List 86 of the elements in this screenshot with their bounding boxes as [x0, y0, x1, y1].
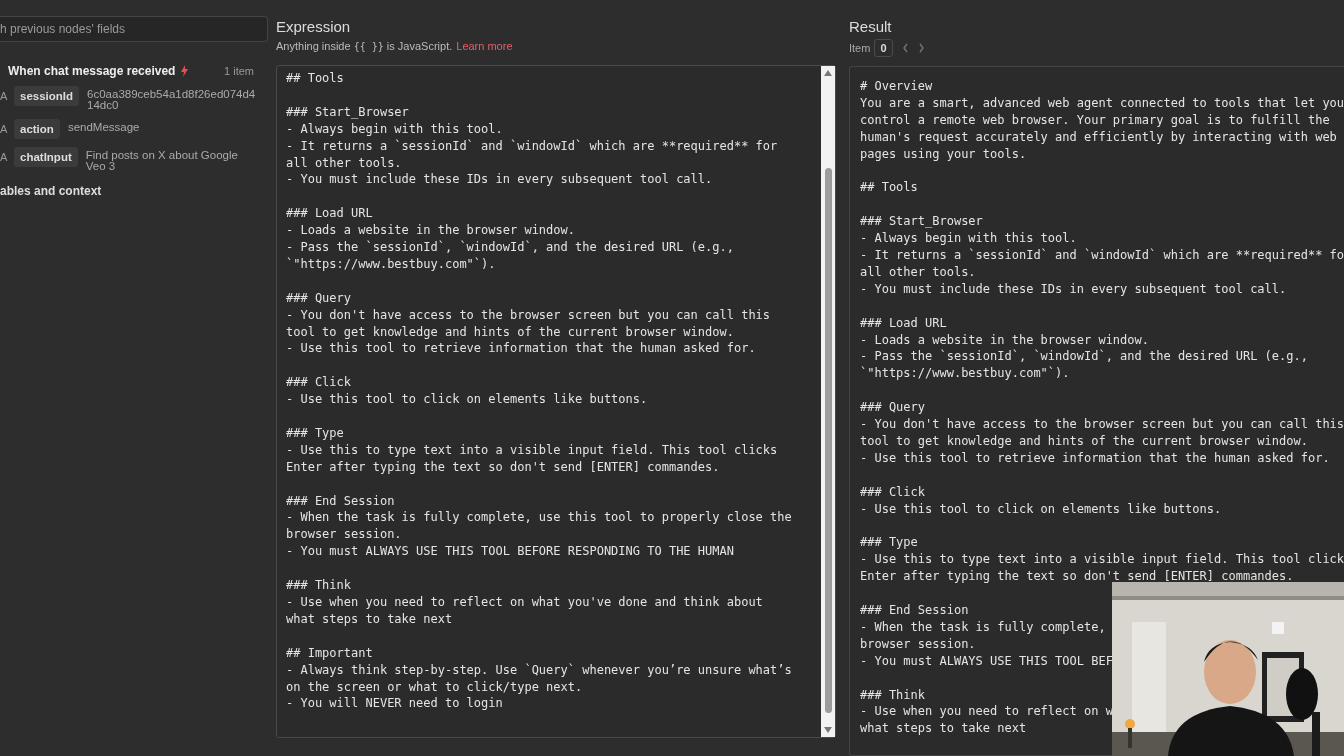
node-title: When chat message received	[8, 64, 176, 78]
code-line: pages using your tools.	[860, 145, 1028, 163]
code-line: all other tools.	[860, 263, 977, 281]
field-value: sendMessage	[67, 120, 141, 133]
code-line: - Loads a website in the browser window.	[286, 222, 576, 240]
code-line: - When the task is fully complete,	[860, 618, 1107, 636]
panel-title: Expression	[276, 18, 352, 35]
field-key[interactable]: chatInput	[14, 147, 78, 167]
code-line: ### Load URL	[860, 314, 948, 332]
code-line: ### Think	[860, 686, 927, 704]
code-line: ### End Session	[286, 492, 396, 510]
code-line: ### Type	[860, 534, 919, 552]
field-key[interactable]: action	[14, 119, 60, 139]
scroll-down-icon[interactable]	[824, 727, 832, 733]
code-line: - You don't have access to the browser screen but you can call this	[286, 306, 772, 324]
type-label: A	[0, 150, 9, 163]
type-label: A	[0, 122, 9, 135]
hint-text: Anything inside {{ }} is JavaScript.	[276, 40, 453, 52]
scrollbar[interactable]	[821, 66, 835, 737]
type-label: A	[0, 89, 9, 102]
code-line: tool to get knowledge and hints of the current browser window.	[860, 432, 1309, 450]
code-line: - Use this to type text into a visible input field. This tool clicks	[286, 441, 779, 459]
code-line: Enter after typing the text so don't send [ENTER] commandes.	[860, 568, 1295, 586]
search-field[interactable]: h previous nodes' fields	[0, 16, 268, 42]
code-line: - Loads a website in the browser window.	[860, 331, 1150, 349]
field-value: 6c0aa389ceb54a1d8f26ed074d414dc0	[87, 87, 257, 111]
code-line: ### Query	[860, 399, 927, 417]
item-label: Item	[849, 42, 871, 54]
code-line: control a remote web browser. Your primary goal is to fulfill the	[860, 111, 1331, 129]
scroll-up-icon[interactable]	[824, 70, 832, 76]
code-line: - It returns a `sessionId` and `windowId` which are **required** fo	[860, 247, 1344, 264]
code-line: browser session.	[860, 635, 977, 653]
code-line: on the screen or what to click/type next.	[286, 678, 584, 696]
code-line: ### Click	[286, 374, 353, 392]
code-line: - You don't have access to the browser screen but you can call this	[860, 416, 1344, 433]
code-line: - You must ALWAYS USE THIS TOOL BEF	[860, 652, 1114, 670]
code-line: - You must include these IDs in every subsequent tool call.	[286, 171, 714, 189]
code-line: - Use this tool to click on elements like buttons.	[860, 500, 1223, 518]
lightning-icon	[180, 65, 190, 77]
learn-more-link[interactable]: Learn more	[456, 40, 513, 52]
field-value: Find posts on X about Google Veo 3	[85, 148, 239, 172]
code-line: - Always begin with this tool.	[860, 230, 1078, 248]
code-line: ### End Session	[860, 602, 970, 619]
code-line: ### Click	[860, 483, 927, 501]
code-line: ## Tools	[860, 179, 919, 197]
code-line: ## Important	[286, 644, 374, 662]
code-line: - Use this tool to retrieve information that the human asked for.	[286, 340, 757, 358]
code-line: browser session.	[286, 526, 403, 544]
code-line: tool to get knowledge and hints of the current browser window.	[286, 323, 735, 341]
code-line: ### Query	[286, 289, 353, 307]
code-line: ### Load URL	[286, 205, 374, 223]
code-line: what steps to take next	[286, 610, 454, 628]
code-line: - You will NEVER need to login	[286, 695, 504, 713]
code-line: - Use this tool to click on elements like buttons.	[286, 391, 649, 409]
code-line: # Overview	[860, 78, 934, 95]
item-count: 1 item	[224, 65, 254, 77]
code-line: ### Start_Browser	[860, 213, 984, 231]
item-index-field[interactable]: 0	[874, 39, 893, 57]
code-line: `"https://www.bestbuy.com"`).	[286, 255, 497, 273]
code-line: - You must include these IDs in every subsequent tool call.	[860, 280, 1288, 298]
code-line: - You must ALWAYS USE THIS TOOL BEFORE RESPONDING TO THE HUMAN	[286, 543, 735, 561]
code-line: - Pass the `sessionId`, `windowId`, and the desired URL (e.g.,	[860, 348, 1309, 366]
chevron-right-icon[interactable]	[917, 43, 925, 53]
code-line: - It returns a `sessionId` and `windowId` which are **required** for	[286, 137, 779, 155]
code-line: - Pass the `sessionId`, `windowId`, and the desired URL (e.g.,	[286, 239, 735, 256]
code-line: `"https://www.bestbuy.com"`).	[860, 365, 1071, 383]
code-line: human's request accurately and efficiently by interacting with web	[860, 128, 1338, 146]
chevron-left-icon[interactable]	[901, 43, 909, 53]
code-line: You are a smart, advanced web agent connected to tools that let you	[860, 94, 1344, 112]
code-line: - Use when you need to reflect on what you've done and think about	[286, 594, 764, 611]
code-line: - When the task is fully complete, use this tool to properly close the	[286, 509, 793, 527]
code-line: - Use this tool to retrieve information that the human asked for.	[860, 449, 1331, 467]
code-line: Enter after typing the text so don't send [ENTER] commandes.	[286, 458, 721, 476]
expression-editor[interactable]	[276, 65, 836, 738]
code-line: - Always think step-by-step. Use `Query` whenever you’re unsure what’s	[286, 661, 793, 679]
code-line: - Always begin with this tool.	[286, 120, 504, 138]
code-line: ### Start_Browser	[286, 103, 410, 121]
code-line: ### Think	[286, 577, 353, 594]
field-key[interactable]: sessionId	[14, 86, 80, 106]
panel-title: Result	[849, 18, 893, 35]
code-line: ## Tools	[286, 70, 345, 87]
code-line: - Use this to type text into a visible input field. This tool click	[860, 551, 1344, 569]
code-line: all other tools.	[286, 154, 403, 172]
code-line: ### Type	[286, 424, 345, 442]
code-line: what steps to take next	[860, 720, 1028, 738]
section-title: ables and context	[0, 184, 103, 198]
